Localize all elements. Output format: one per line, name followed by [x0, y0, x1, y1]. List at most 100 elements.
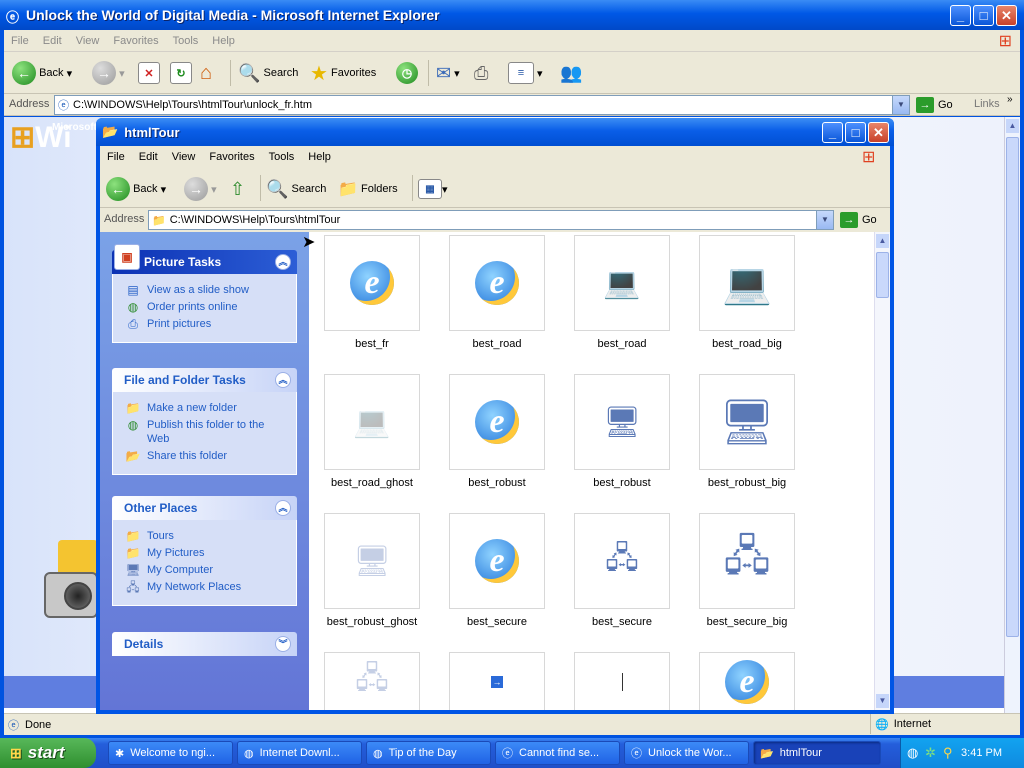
file-thumbnail[interactable]: 🖧	[324, 652, 420, 710]
close-button[interactable]: ✕	[996, 5, 1017, 26]
file-label[interactable]: best_robust_big	[677, 477, 817, 489]
collapse-chevron-icon[interactable]: ︽	[275, 500, 291, 516]
ex-menu-favorites[interactable]: Favorites	[202, 146, 261, 168]
scroll-up-icon[interactable]: ▲	[1006, 119, 1019, 133]
clock[interactable]: 3:41 PM	[961, 747, 1002, 759]
file-folder-tasks-header[interactable]: File and Folder Tasks ︽	[112, 368, 297, 392]
ex-back-button[interactable]: ← Back ▾	[106, 175, 166, 203]
explorer-maximize-button[interactable]: □	[845, 122, 866, 143]
file-thumbnail[interactable]: e	[449, 513, 545, 609]
history-button[interactable]: ◷	[396, 59, 418, 87]
file-thumbnail[interactable]: →	[449, 652, 545, 710]
file-thumbnail[interactable]: 💻	[574, 235, 670, 331]
view-slideshow-link[interactable]: ▤ View as a slide show	[125, 283, 296, 297]
edit-button[interactable]: ≡ ▾	[508, 59, 543, 87]
file-label[interactable]: best_secure	[427, 616, 567, 628]
details-header[interactable]: Details ︾	[112, 632, 297, 656]
explorer-minimize-button[interactable]: _	[822, 122, 843, 143]
file-thumbnail[interactable]: 💻	[324, 374, 420, 470]
file-thumbnail[interactable]	[574, 652, 670, 710]
address-dropdown-icon[interactable]: ▼	[892, 96, 909, 114]
file-thumbnail[interactable]: 🖥	[699, 374, 795, 470]
ie-back-button[interactable]: ← Back ▾	[12, 59, 72, 87]
views-button[interactable]: ▦ ▾	[418, 175, 448, 203]
other-places-header[interactable]: Other Places ︽	[112, 496, 297, 520]
task-unlock-world[interactable]: ⓔ Unlock the Wor...	[624, 741, 749, 765]
messenger-button[interactable]: 👥	[560, 59, 582, 87]
file-label[interactable]: best_robust	[427, 477, 567, 489]
file-thumbnail[interactable]: e	[324, 235, 420, 331]
mail-button[interactable]: ✉ ▾	[436, 59, 460, 87]
file-label[interactable]: best_road	[552, 338, 692, 350]
collapse-chevron-icon[interactable]: ︽	[275, 254, 291, 270]
publish-folder-link[interactable]: ◍ Publish this folder to the Web	[125, 418, 296, 446]
order-prints-link[interactable]: ◍ Order prints online	[125, 300, 296, 314]
ie-forward-button[interactable]: → ▾	[92, 59, 125, 87]
file-thumbnail[interactable]: 🖧	[574, 513, 670, 609]
ex-address-dropdown-icon[interactable]: ▼	[816, 211, 833, 229]
refresh-button[interactable]: ↻	[170, 59, 192, 87]
file-thumbnail[interactable]: 💻	[699, 235, 795, 331]
links-chevron-icon[interactable]: »	[1007, 94, 1013, 105]
task-internet-download[interactable]: ◍ Internet Downl...	[237, 741, 362, 765]
ie-vertical-scrollbar[interactable]: ▲	[1004, 117, 1020, 713]
menu-view[interactable]: View	[69, 30, 107, 52]
make-new-folder-link[interactable]: 📁 Make a new folder	[125, 401, 296, 415]
ex-menu-view[interactable]: View	[165, 146, 203, 168]
print-pictures-link[interactable]: ⎙ Print pictures	[125, 317, 296, 331]
file-thumbnail[interactable]: 🖥	[324, 513, 420, 609]
place-network-link[interactable]: 🖧 My Network Places	[125, 580, 296, 594]
favorites-button[interactable]: ★ Favorites	[310, 59, 376, 87]
task-htmltour[interactable]: 📂 htmlTour	[753, 741, 881, 765]
ex-address-input[interactable]: 📁 C:\WINDOWS\Help\Tours\htmlTour ▼	[148, 210, 834, 230]
task-welcome[interactable]: ✱ Welcome to ngi...	[108, 741, 233, 765]
home-button[interactable]: ⌂	[200, 59, 212, 87]
share-folder-link[interactable]: 📂 Share this folder	[125, 449, 296, 463]
ie-search-button[interactable]: 🔍 Search	[238, 59, 298, 87]
ex-forward-button[interactable]: → ▾	[184, 175, 217, 203]
file-label[interactable]: best_secure	[552, 616, 692, 628]
explorer-close-button[interactable]: ✕	[868, 122, 889, 143]
ie-scroll-thumb[interactable]	[1006, 137, 1019, 637]
place-tours-link[interactable]: 📁 Tours	[125, 529, 296, 543]
start-button[interactable]: ⊞ start	[0, 738, 96, 768]
task-tip-of-day[interactable]: ◍ Tip of the Day	[366, 741, 491, 765]
tray-search-icon[interactable]: ⚲	[943, 745, 953, 761]
file-thumbnail[interactable]: e	[449, 235, 545, 331]
explorer-titlebar[interactable]: 📂 htmlTour _ □ ✕	[96, 118, 894, 146]
file-thumbnail[interactable]: e	[449, 374, 545, 470]
folders-button[interactable]: 📁 Folders	[338, 175, 398, 203]
menu-tools[interactable]: Tools	[166, 30, 206, 52]
file-label[interactable]: best_road_ghost	[302, 477, 442, 489]
minimize-button[interactable]: _	[950, 5, 971, 26]
ex-scroll-up-icon[interactable]: ▲	[876, 234, 889, 248]
ex-scroll-down-icon[interactable]: ▼	[876, 694, 889, 708]
ex-menu-tools[interactable]: Tools	[262, 146, 302, 168]
explorer-vertical-scrollbar[interactable]: ▲ ▼	[874, 232, 890, 710]
ex-menu-file[interactable]: File	[100, 146, 132, 168]
collapse-chevron-icon[interactable]: ︽	[275, 372, 291, 388]
file-thumbnail[interactable]: e	[699, 652, 795, 710]
tray-network-icon[interactable]: ◍	[907, 745, 918, 761]
task-cannot-find[interactable]: ⓔ Cannot find se...	[495, 741, 620, 765]
place-my-pictures-link[interactable]: 📁 My Pictures	[125, 546, 296, 560]
ex-go-button[interactable]: → Go	[840, 212, 877, 228]
ie-go-button[interactable]: → Go	[916, 97, 953, 113]
menu-file[interactable]: File	[4, 30, 36, 52]
ex-menu-edit[interactable]: Edit	[132, 146, 165, 168]
file-label[interactable]: best_robust_ghost	[302, 616, 442, 628]
menu-favorites[interactable]: Favorites	[106, 30, 165, 52]
place-my-computer-link[interactable]: 🖥 My Computer	[125, 563, 296, 577]
file-label[interactable]: best_robust	[552, 477, 692, 489]
ex-scroll-thumb[interactable]	[876, 252, 889, 298]
file-thumbnail[interactable]: 🖥	[574, 374, 670, 470]
ie-titlebar[interactable]: ⓔ Unlock the World of Digital Media - Mi…	[0, 0, 1024, 30]
up-folder-button[interactable]: ⇧	[230, 175, 245, 203]
stop-button[interactable]: ✕	[138, 59, 160, 87]
file-label[interactable]: best_fr	[302, 338, 442, 350]
file-label[interactable]: best_secure_big	[677, 616, 817, 628]
print-button[interactable]: ⎙	[474, 59, 488, 87]
menu-help[interactable]: Help	[205, 30, 242, 52]
maximize-button[interactable]: □	[973, 5, 994, 26]
ex-search-button[interactable]: 🔍 Search	[266, 175, 326, 203]
